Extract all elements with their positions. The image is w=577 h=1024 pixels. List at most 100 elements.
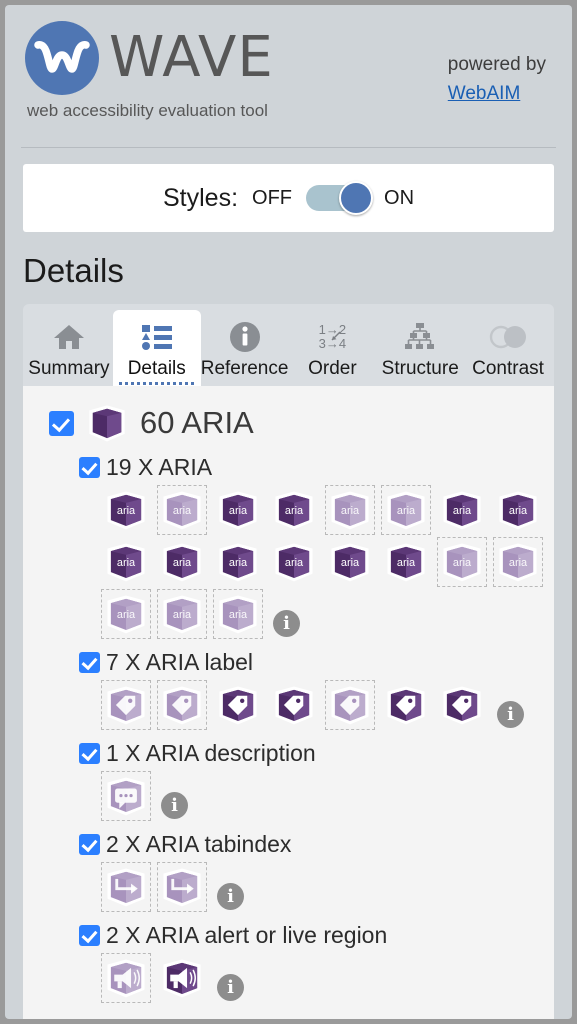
header-divider xyxy=(21,147,556,148)
tab-summary-label: Summary xyxy=(25,358,113,380)
svg-text:aria: aria xyxy=(509,505,528,517)
svg-text:aria: aria xyxy=(173,609,192,621)
icon-row: aria aria aria xyxy=(101,485,554,535)
aria-aria-text-icon[interactable]: aria xyxy=(269,537,319,587)
svg-text:aria: aria xyxy=(397,557,416,569)
tab-structure[interactable]: Structure xyxy=(376,310,464,386)
tab-contrast[interactable]: Contrast xyxy=(464,310,552,386)
section-info-icon[interactable]: i xyxy=(217,883,244,910)
aria-aria-text-icon[interactable]: aria xyxy=(157,485,207,535)
tab-details[interactable]: Details xyxy=(113,310,201,386)
tab-order[interactable]: 1→2 3→4 Order xyxy=(288,310,376,386)
aria-aria-text-icon[interactable]: aria xyxy=(269,485,319,535)
aria-aria-text-icon[interactable]: aria xyxy=(101,485,151,535)
contrast-icon xyxy=(464,318,552,356)
tab-summary[interactable]: Summary xyxy=(25,310,113,386)
section-icon-grid: i xyxy=(79,862,554,912)
aria-tab-arrow-icon[interactable] xyxy=(101,862,151,912)
svg-text:aria: aria xyxy=(117,505,136,517)
styles-off-label: OFF xyxy=(252,187,292,210)
svg-text:aria: aria xyxy=(229,505,248,517)
svg-text:aria: aria xyxy=(341,505,360,517)
aria-aria-text-icon[interactable]: aria xyxy=(493,537,543,587)
section-title: 2 X ARIA tabindex xyxy=(106,831,291,858)
aria-tag-icon[interactable] xyxy=(269,680,319,730)
section-info-icon[interactable]: i xyxy=(161,792,188,819)
aria-aria-text-icon[interactable]: aria xyxy=(101,537,151,587)
section-header: 1 X ARIA description xyxy=(79,740,554,767)
group-title: 60 ARIA xyxy=(140,405,254,441)
icon-row: aria aria aria xyxy=(101,537,554,587)
aria-aria-text-icon[interactable]: aria xyxy=(213,589,263,639)
svg-text:aria: aria xyxy=(117,609,136,621)
aria-aria-text-icon[interactable]: aria xyxy=(437,537,487,587)
aria-aria-text-icon[interactable]: aria xyxy=(157,589,207,639)
styles-toggle-switch[interactable] xyxy=(306,185,370,211)
aria-aria-text-icon[interactable]: aria xyxy=(437,485,487,535)
section-title: 1 X ARIA description xyxy=(106,740,316,767)
section-title: 19 X ARIA xyxy=(106,454,212,481)
detail-section: 19 X ARIA aria aria xyxy=(23,454,554,639)
aria-aria-text-icon[interactable]: aria xyxy=(381,537,431,587)
aria-tag-icon[interactable] xyxy=(325,680,375,730)
section-checkbox[interactable] xyxy=(79,652,100,673)
home-icon xyxy=(25,318,113,356)
section-info-icon[interactable]: i xyxy=(497,701,524,728)
section-info-icon[interactable]: i xyxy=(273,610,300,637)
aria-aria-text-icon[interactable]: aria xyxy=(101,589,151,639)
section-header: 7 X ARIA label xyxy=(79,649,554,676)
section-checkbox[interactable] xyxy=(79,743,100,764)
wave-panel: WAVE web accessibility evaluation tool p… xyxy=(5,5,572,1019)
aria-speech-bubble-icon[interactable] xyxy=(101,771,151,821)
section-info-icon[interactable]: i xyxy=(217,974,244,1001)
tab-structure-label: Structure xyxy=(376,358,464,380)
styles-toggle-group: Styles: OFF ON xyxy=(163,184,414,213)
tab-reference-label: Reference xyxy=(201,358,289,380)
detail-section: 2 X ARIA alert or live region xyxy=(23,922,554,1003)
detail-section: 7 X ARIA label xyxy=(23,649,554,730)
aria-aria-text-icon[interactable]: aria xyxy=(493,485,543,535)
styles-toggle-bar: Styles: OFF ON xyxy=(23,164,554,232)
svg-text:aria: aria xyxy=(285,505,304,517)
section-checkbox[interactable] xyxy=(79,834,100,855)
aria-aria-text-icon[interactable]: aria xyxy=(325,537,375,587)
aria-aria-text-icon[interactable]: aria xyxy=(381,485,431,535)
tree-icon xyxy=(376,318,464,356)
tab-details-label: Details xyxy=(113,358,201,380)
icon-row: aria aria aria i xyxy=(101,589,554,639)
styles-toggle-knob[interactable] xyxy=(339,181,373,215)
aria-aria-text-icon[interactable]: aria xyxy=(325,485,375,535)
tab-reference[interactable]: Reference xyxy=(201,310,289,386)
detail-section: 2 X ARIA tabindex xyxy=(23,831,554,912)
aria-tag-icon[interactable] xyxy=(101,680,151,730)
aria-megaphone-icon[interactable] xyxy=(101,953,151,1003)
aria-tag-icon[interactable] xyxy=(381,680,431,730)
icon-row: i xyxy=(101,862,554,912)
section-icon-grid: i xyxy=(79,680,554,730)
icon-row: i xyxy=(101,771,554,821)
svg-text:aria: aria xyxy=(509,557,528,569)
section-checkbox[interactable] xyxy=(79,457,100,478)
sections-host: 19 X ARIA aria aria xyxy=(23,454,554,1003)
aria-aria-text-icon[interactable]: aria xyxy=(213,485,263,535)
section-header: 2 X ARIA alert or live region xyxy=(79,922,554,949)
aria-tag-icon[interactable] xyxy=(437,680,487,730)
section-header: 19 X ARIA xyxy=(79,454,554,481)
aria-tab-arrow-icon[interactable] xyxy=(157,862,207,912)
app-header: WAVE web accessibility evaluation tool p… xyxy=(5,5,572,135)
styles-label: Styles: xyxy=(163,184,238,213)
aria-tag-icon[interactable] xyxy=(157,680,207,730)
details-content: 60 ARIA 19 X ARIA aria aria xyxy=(23,386,554,1019)
icon-row: i xyxy=(101,953,554,1003)
svg-text:aria: aria xyxy=(229,609,248,621)
aria-aria-text-icon[interactable]: aria xyxy=(157,537,207,587)
section-checkbox[interactable] xyxy=(79,925,100,946)
svg-text:aria: aria xyxy=(173,557,192,569)
aria-tag-icon[interactable] xyxy=(213,680,263,730)
webaim-link[interactable]: WebAIM xyxy=(448,80,546,109)
group-checkbox[interactable] xyxy=(49,411,74,436)
svg-text:aria: aria xyxy=(341,557,360,569)
aria-megaphone-icon[interactable] xyxy=(157,953,207,1003)
aria-aria-text-icon[interactable]: aria xyxy=(213,537,263,587)
section-icon-grid: i xyxy=(79,771,554,821)
